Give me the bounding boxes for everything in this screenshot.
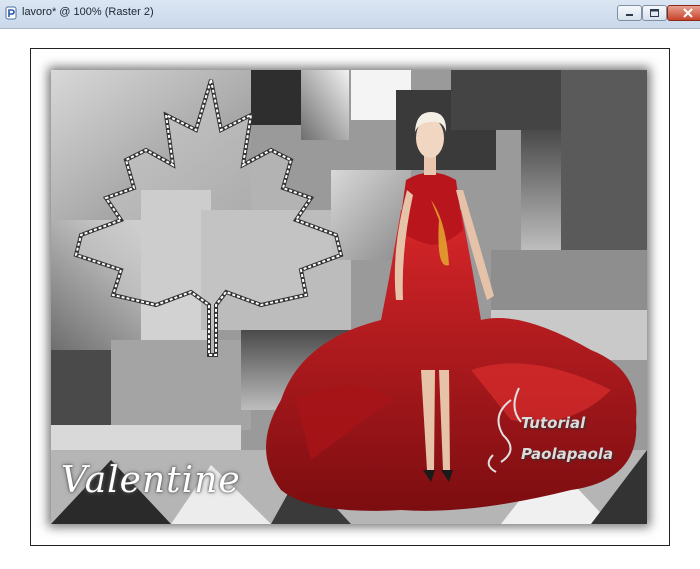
minimize-button[interactable] <box>617 5 642 21</box>
watermark-line-2: Paolapaola <box>521 445 614 463</box>
image-canvas[interactable]: Valentine Tutorial Paolapaola <box>51 70 647 524</box>
maximize-icon <box>650 9 659 17</box>
watermark-line-1: Tutorial <box>521 414 586 432</box>
close-button[interactable] <box>667 5 700 21</box>
maximize-button[interactable] <box>642 5 667 21</box>
workspace: Valentine Tutorial Paolapaola <box>0 29 700 569</box>
minimize-icon <box>626 14 633 16</box>
document-frame: Valentine Tutorial Paolapaola <box>30 48 670 546</box>
valentine-text: Valentine <box>61 460 241 501</box>
app-icon <box>5 6 17 20</box>
window-titlebar: lavoro* @ 100% (Raster 2) <box>0 0 700 29</box>
close-icon <box>683 8 693 18</box>
window-title: lavoro* @ 100% (Raster 2) <box>22 6 154 18</box>
